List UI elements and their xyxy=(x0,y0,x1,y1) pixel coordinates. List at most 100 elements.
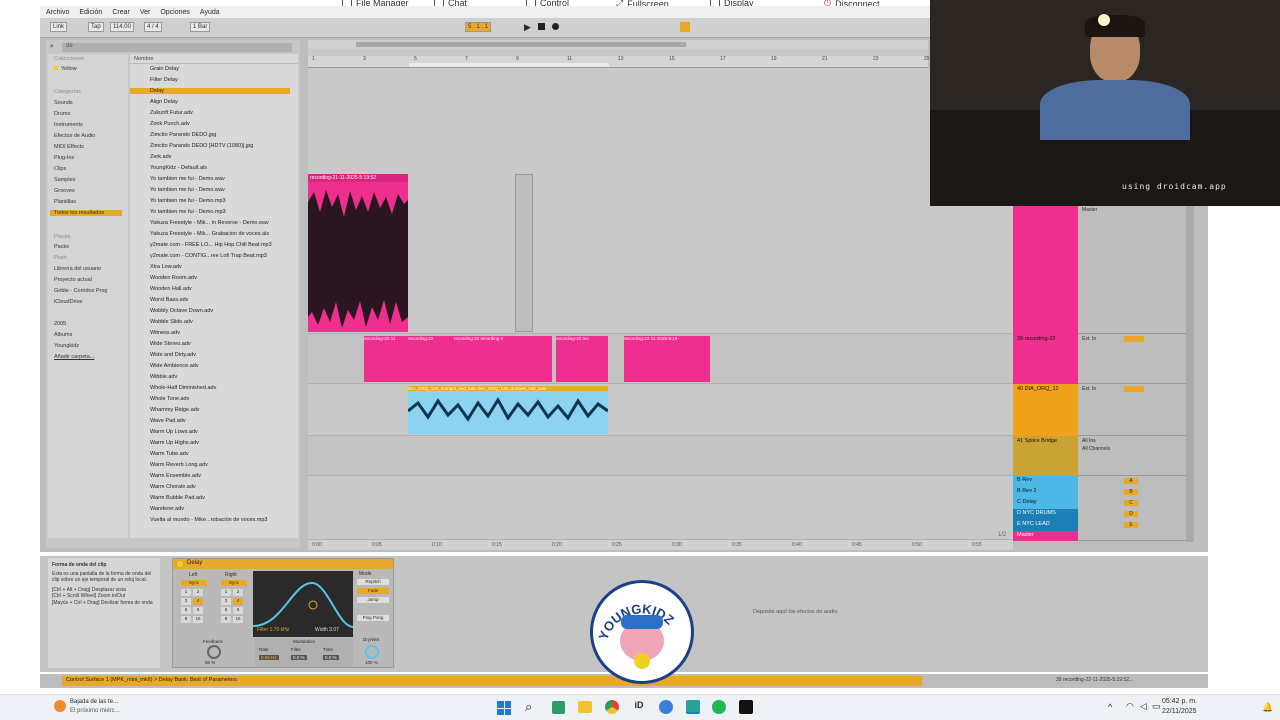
beat-ruler[interactable]: 1 3 5 7 9 11 13 15 17 19 21 23 25 xyxy=(308,56,930,68)
file-list-item[interactable]: Warm Bubble Pad.adv xyxy=(150,495,295,501)
send-b[interactable]: B xyxy=(1124,489,1138,495)
mod-filter-value[interactable]: 0.0 % xyxy=(291,655,307,660)
category-sounds[interactable]: Sounds xyxy=(54,100,73,106)
file-list-item[interactable]: y2mate.com - CONTIG...ree Lofi Trap Beat… xyxy=(150,253,295,259)
wifi-icon[interactable]: ◠ xyxy=(1126,701,1134,712)
beat-division-button[interactable]: 6 xyxy=(193,607,203,614)
taskbar-search-icon[interactable]: ⌕ xyxy=(525,699,532,715)
track-header-pink[interactable] xyxy=(1013,206,1078,334)
add-folder-link[interactable]: Añadir carpeta... xyxy=(54,354,94,360)
return-b-rev2[interactable]: B Rev 2 xyxy=(1013,487,1078,498)
return-d-nyc-drums[interactable]: D NYC DRUMS xyxy=(1013,509,1078,520)
taskbar-app1-icon[interactable] xyxy=(552,701,565,714)
mixer-39-volume[interactable] xyxy=(1124,336,1144,342)
file-list-item[interactable]: y2mate.com - FREE LO... Hip Hop Chill Be… xyxy=(150,242,295,248)
category-samples[interactable]: Samples xyxy=(54,177,75,183)
file-list-item[interactable]: Yo tambien me fui - Demo.wav xyxy=(150,176,295,182)
master-track[interactable]: Master xyxy=(1013,531,1078,541)
place-packs[interactable]: Packs xyxy=(54,244,69,250)
clip-r5[interactable]: recording-22-11-2025-5:19- xyxy=(624,336,710,382)
return-e-nyc-lead[interactable]: E NYC LEAD xyxy=(1013,520,1078,531)
file-list-item[interactable]: Wobble Slide.adv xyxy=(150,319,295,325)
track-header-40[interactable]: 40 DIA_ORQ_12 xyxy=(1013,384,1078,436)
overview-window[interactable] xyxy=(356,42,686,47)
clock-time[interactable]: 05:42 p. m. xyxy=(1162,698,1197,705)
category-plugins[interactable]: Plug-Ins xyxy=(54,155,74,161)
clip-r2[interactable]: recording-22 xyxy=(408,336,454,382)
file-list-item[interactable]: Xtra Low.adv xyxy=(150,264,295,270)
record-icon[interactable] xyxy=(552,23,559,30)
taskbar-app-id-icon[interactable]: iD xyxy=(632,700,646,714)
place-youngkidz[interactable]: Youngkidz xyxy=(54,343,79,349)
browser-search-input[interactable]: de xyxy=(62,43,292,52)
beat-division-button[interactable]: 2 xyxy=(233,589,243,596)
clock-date[interactable]: 22/11/2025 xyxy=(1162,708,1197,715)
tempo-field[interactable]: 114.00 xyxy=(110,22,134,32)
rate-value[interactable]: 0.50 Hz xyxy=(259,655,279,660)
place-icloud[interactable]: iCloudDrive xyxy=(54,299,82,305)
weather-title[interactable]: Bajada de las te... xyxy=(70,699,118,705)
chrome-icon[interactable] xyxy=(605,700,619,714)
vertical-scrollbar[interactable] xyxy=(1186,206,1194,542)
file-list-item[interactable]: Zonk Punch.adv xyxy=(150,121,295,127)
notification-icon[interactable]: 🔔 xyxy=(1262,702,1273,713)
file-list-item[interactable]: Wooden Hall.adv xyxy=(150,286,295,292)
position-field[interactable]: 5 . 1 . 1 xyxy=(465,22,492,32)
empty-clip-slot[interactable] xyxy=(515,174,533,332)
return-c-delay[interactable]: C Delay xyxy=(1013,498,1078,509)
place-albums[interactable]: Albums xyxy=(54,332,72,338)
feedback-knob[interactable] xyxy=(207,645,221,659)
category-midi-effects[interactable]: MIDI Effects xyxy=(54,144,84,150)
link-button[interactable]: Link xyxy=(50,22,68,32)
file-list-item[interactable]: Warm Up Lows.adv xyxy=(150,429,295,435)
play-icon[interactable]: ▶ xyxy=(524,22,531,33)
track-pager[interactable]: 1/2 xyxy=(998,532,1006,538)
file-list-item[interactable]: Warm Up Highs.adv xyxy=(150,440,295,446)
track-header-39[interactable]: 39 recording-22 xyxy=(1013,334,1078,384)
place-push[interactable]: Push xyxy=(54,255,67,261)
beat-division-button[interactable]: 4 xyxy=(193,598,203,605)
file-list-item[interactable]: Wave Pad.adv xyxy=(150,418,295,424)
beat-division-button[interactable]: 1 xyxy=(181,589,191,596)
file-list-item[interactable]: Vuelta al mundo - Mike...robación de voc… xyxy=(150,517,295,523)
file-list-item[interactable]: Yo tambien me fui - Demo.mp3 xyxy=(150,209,295,215)
device-power-icon[interactable] xyxy=(177,561,183,567)
file-list-item[interactable]: Wide Ambience.adv xyxy=(150,363,295,369)
category-instruments[interactable]: Instruments xyxy=(54,122,83,128)
file-list-item[interactable]: Wide and Dirty.adv xyxy=(150,352,295,358)
ableton-icon[interactable] xyxy=(739,700,753,714)
file-list-item[interactable]: Whammy Ridge.adv xyxy=(150,407,295,413)
start-icon[interactable] xyxy=(497,701,511,715)
menu-opciones[interactable]: Opciones xyxy=(160,9,190,16)
menu-archivo[interactable]: Archivo xyxy=(46,9,69,16)
file-list-item[interactable]: Warm Tube.adv xyxy=(150,451,295,457)
beat-division-button[interactable]: 2 xyxy=(193,589,203,596)
file-list-item[interactable]: Zimcito Parando DEDO.jpg xyxy=(150,132,295,138)
file-list-item[interactable]: Wibble.adv xyxy=(150,374,295,380)
place-2005[interactable]: 2005 xyxy=(54,321,66,327)
file-list-item[interactable]: Witness.adv xyxy=(150,330,295,336)
file-list-item[interactable]: Grain Delay xyxy=(150,66,295,72)
track-lane-splice[interactable] xyxy=(308,436,1013,476)
return-b-rev[interactable]: B Rev xyxy=(1013,476,1078,487)
clip-r1[interactable]: recording-22-11 xyxy=(364,336,408,382)
file-list-item[interactable]: Zukunft Futur.adv xyxy=(150,110,295,116)
menu-ver[interactable]: Ver xyxy=(140,9,151,16)
file-list-item[interactable]: Zimcito Parando DEDO [HDTV (1080)].jpg xyxy=(150,143,295,149)
quantize-field[interactable]: 1 Bar xyxy=(190,22,211,32)
beat-division-button[interactable]: 1 xyxy=(221,589,231,596)
file-list-item[interactable]: YoungKidz - Default.als xyxy=(150,165,295,171)
empty-arrangement-area[interactable] xyxy=(308,68,1013,174)
filter-value[interactable]: 1.70 kHz xyxy=(270,627,290,633)
mixer-41-input[interactable]: All Ins xyxy=(1078,436,1186,446)
send-c[interactable]: C xyxy=(1124,500,1138,506)
file-list-item[interactable]: Filter Delay xyxy=(150,77,295,83)
file-list-item[interactable]: Whole-Half Diminished.adv xyxy=(150,385,295,391)
beat-division-button[interactable]: 3 xyxy=(221,598,231,605)
filter-display[interactable]: Filter 1.70 kHz Width 3.07 xyxy=(252,571,354,637)
track-lane-recording[interactable]: recording-22-11 recording-22 recording-2… xyxy=(308,334,1013,384)
track-lane-trumpet[interactable]: DIA_ORQ_125_trumpet_mid_latin DIA_ORQ_12… xyxy=(308,384,1013,436)
beat-division-button[interactable]: 16 xyxy=(193,616,203,623)
file-list-item[interactable]: Yakuza Freestyle - Mik... in Reverse - D… xyxy=(150,220,295,226)
spotify-icon[interactable] xyxy=(712,700,726,714)
